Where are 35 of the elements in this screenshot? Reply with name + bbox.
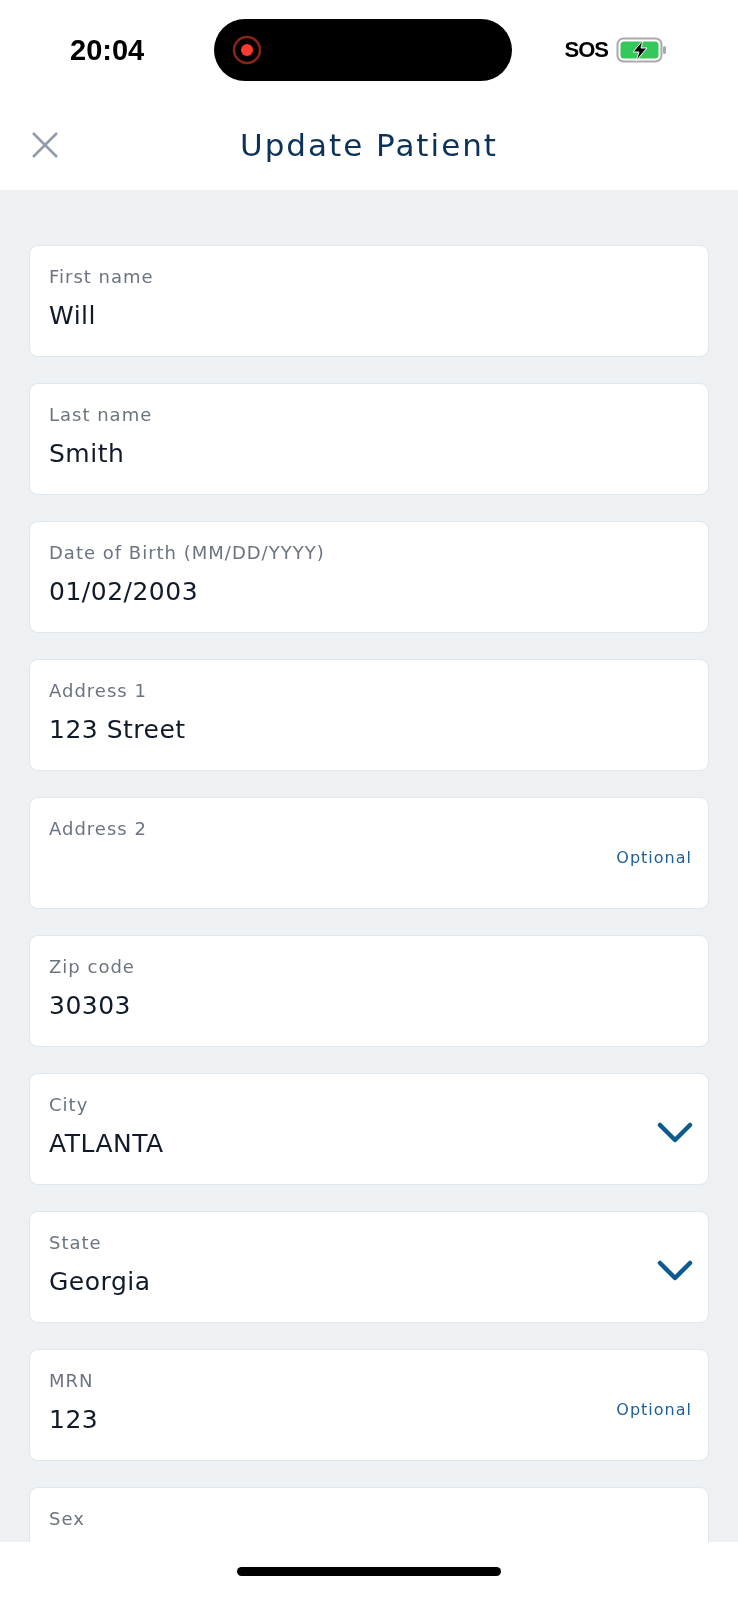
input-field[interactable]: First name Will xyxy=(29,245,709,357)
field-label: State xyxy=(49,1232,102,1253)
field-label: MRN xyxy=(49,1370,94,1391)
field-value: Georgia xyxy=(49,1267,151,1296)
input-field[interactable]: Date of Birth (MM/DD/YYYY) 01/02/2003 xyxy=(29,521,709,633)
field-value: ATLANTA xyxy=(49,1129,164,1158)
field-value: 01/02/2003 xyxy=(49,577,199,606)
field-label: Date of Birth (MM/DD/YYYY) xyxy=(49,542,325,563)
optional-hint: Optional xyxy=(616,848,692,867)
field-label: Address 2 xyxy=(49,818,147,839)
field-label: Zip code xyxy=(49,956,135,977)
input-field[interactable]: Address 2 Optional xyxy=(29,797,709,909)
chevron-down-icon xyxy=(657,1122,693,1144)
field-value: 123 Street xyxy=(49,715,186,744)
chevron-down-icon xyxy=(657,1260,693,1282)
select-field[interactable]: City ATLANTA xyxy=(29,1073,709,1185)
field-value: 30303 xyxy=(49,991,132,1020)
input-field[interactable]: Address 1 123 Street xyxy=(29,659,709,771)
optional-hint: Optional xyxy=(616,1400,692,1419)
field-label: First name xyxy=(49,266,154,287)
field-label: Address 1 xyxy=(49,680,147,701)
input-field[interactable]: MRN 123 Optional xyxy=(29,1349,709,1461)
field-value: Will xyxy=(49,301,96,330)
status-time: 20:04 xyxy=(70,33,145,67)
field-label: Last name xyxy=(49,404,153,425)
input-field[interactable]: Zip code 30303 xyxy=(29,935,709,1047)
select-field[interactable]: State Georgia xyxy=(29,1211,709,1323)
field-value: 123 xyxy=(49,1405,99,1434)
field-label: City xyxy=(49,1094,89,1115)
input-field[interactable]: Last name Smith xyxy=(29,383,709,495)
sos-label: SOS xyxy=(564,37,608,63)
screen-title: Update Patient xyxy=(239,127,499,163)
field-value: Smith xyxy=(49,439,125,468)
field-label: Sex xyxy=(49,1508,85,1529)
input-field[interactable]: Sex xyxy=(29,1487,709,1542)
